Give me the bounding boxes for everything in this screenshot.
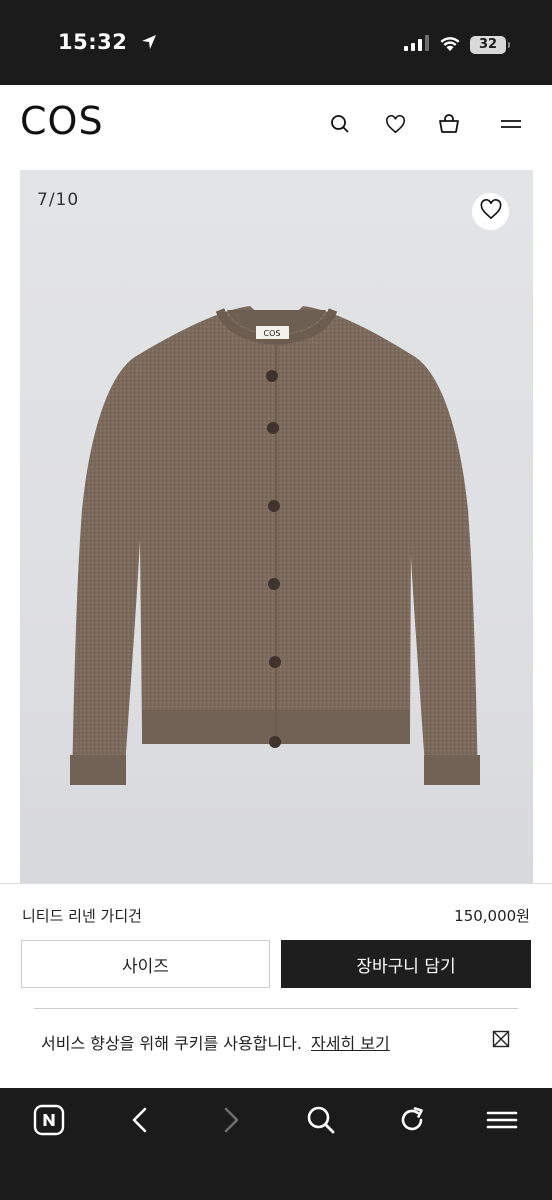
search-icon[interactable] <box>328 112 352 136</box>
garment-label-text: COS <box>264 329 281 338</box>
heart-icon <box>479 199 503 224</box>
product-image-gallery[interactable]: COS 7/10 <box>20 170 533 883</box>
menu-icon[interactable] <box>485 1103 519 1137</box>
bag-icon[interactable] <box>437 112 461 136</box>
refresh-icon[interactable] <box>395 1103 429 1137</box>
cardigan-button <box>268 578 280 590</box>
cos-logo[interactable]: COS <box>20 99 104 143</box>
cardigan-button <box>269 736 281 748</box>
heart-icon[interactable] <box>383 112 407 136</box>
product-price: 150,000원 <box>454 907 530 925</box>
back-arrow-icon[interactable] <box>123 1103 157 1137</box>
cookie-details-link[interactable]: 자세히 보기 <box>311 1034 390 1053</box>
cardigan-button <box>268 500 280 512</box>
battery-icon: 32 <box>470 36 510 54</box>
status-bar: 15:32 32 <box>0 0 552 85</box>
status-indicators: 32 <box>404 34 510 56</box>
cardigan-button <box>267 422 279 434</box>
add-to-cart-button[interactable]: 장바구니 담기 <box>281 940 531 988</box>
menu-icon[interactable] <box>499 112 523 136</box>
signal-bars-icon <box>404 35 430 55</box>
battery-level: 32 <box>478 37 498 52</box>
search-icon[interactable] <box>304 1103 338 1137</box>
site-header: COS <box>0 85 552 170</box>
naver-home-icon[interactable] <box>32 1103 66 1137</box>
wifi-icon <box>438 34 462 56</box>
divider <box>34 1008 518 1009</box>
cookie-notice: 서비스 향상을 위해 쿠키를 사용합니다. 자세히 보기 <box>41 1030 390 1054</box>
status-time: 15:32 <box>58 30 157 55</box>
product-info-panel: 니티드 리넨 가디건 150,000원 사이즈 장바구니 담기 서비스 향상을 … <box>0 883 552 1088</box>
cardigan-button <box>269 656 281 668</box>
wishlist-button[interactable] <box>472 193 509 230</box>
size-button[interactable]: 사이즈 <box>21 940 270 988</box>
forward-arrow-icon[interactable] <box>214 1103 248 1137</box>
cardigan-button <box>266 370 278 382</box>
product-name: 니티드 리넨 가디건 <box>22 907 142 925</box>
cardigan-image: COS <box>70 306 480 785</box>
image-counter: 7/10 <box>37 190 80 210</box>
close-box-icon[interactable] <box>492 1030 510 1048</box>
location-arrow-icon <box>141 31 157 55</box>
browser-toolbar <box>0 1088 552 1200</box>
clock-text: 15:32 <box>58 30 128 54</box>
cookie-message: 서비스 향상을 위해 쿠키를 사용합니다. <box>41 1034 302 1053</box>
